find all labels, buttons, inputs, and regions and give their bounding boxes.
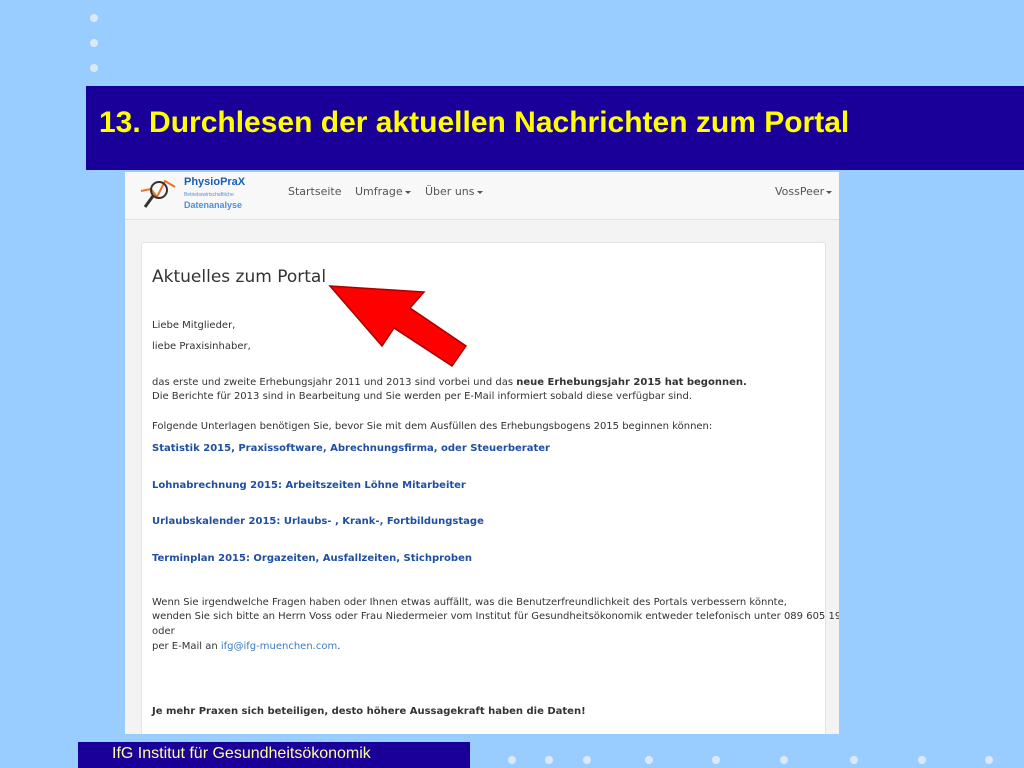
decor-dot xyxy=(850,756,858,764)
slide-title: 13. Durchlesen der aktuellen Nachrichten… xyxy=(99,106,850,139)
nav-umfrage-label: Umfrage xyxy=(355,185,403,198)
decor-dot xyxy=(712,756,720,764)
para3-line-3: oder xyxy=(152,626,175,637)
logo[interactable]: PhysioPraX Betriebswirtschaftliche Daten… xyxy=(139,175,259,213)
red-arrow-icon xyxy=(328,285,468,368)
link-statistik[interactable]: Statistik 2015, Praxissoftware, Abrechnu… xyxy=(152,442,550,455)
news-heading: Aktuelles zum Portal xyxy=(152,267,327,287)
slide-footer-bar: IfG Institut für Gesundheitsökonomik xyxy=(78,742,470,768)
nav-ueber-uns[interactable]: Über uns xyxy=(425,185,483,198)
nav-ueber-uns-label: Über uns xyxy=(425,185,475,198)
nav-startseite-label: Startseite xyxy=(288,185,342,198)
para1-line-1: das erste und zweite Erhebungsjahr 2011 … xyxy=(152,376,747,389)
closing-statement: Je mehr Praxen sich beteiligen, desto hö… xyxy=(152,706,586,717)
email-link[interactable]: ifg@ifg-muenchen.com xyxy=(221,641,337,652)
para3-email-prefix: per E-Mail an xyxy=(152,641,221,652)
decor-dot xyxy=(780,756,788,764)
link-urlaubskalender[interactable]: Urlaubskalender 2015: Urlaubs- , Krank-,… xyxy=(152,515,484,528)
para2: Folgende Unterlagen benötigen Sie, bevor… xyxy=(152,421,713,432)
decor-dot xyxy=(90,64,98,72)
nav-user-menu[interactable]: VossPeer xyxy=(775,185,833,198)
para3-line-2: wenden Sie sich bitte an Herrn Voss oder… xyxy=(152,611,839,622)
decor-dot xyxy=(545,756,553,764)
link-lohnabrechnung[interactable]: Lohnabrechnung 2015: Arbeitszeiten Löhne… xyxy=(152,479,466,492)
caret-down-icon xyxy=(404,190,411,194)
caret-down-icon xyxy=(476,190,483,194)
para3-email-suffix: . xyxy=(337,641,341,652)
decor-dot xyxy=(90,14,98,22)
logo-brand: PhysioPraX xyxy=(184,176,246,188)
decor-dot xyxy=(985,756,993,764)
portal-screenshot: PhysioPraX Betriebswirtschaftliche Daten… xyxy=(125,172,839,734)
nav-umfrage[interactable]: Umfrage xyxy=(355,185,411,198)
magnifier-chart-icon xyxy=(140,179,176,208)
decor-dot xyxy=(583,756,591,764)
logo-subtitle-2: Datenanalyse xyxy=(184,200,243,210)
para1-text: das erste und zweite Erhebungsjahr 2011 … xyxy=(152,377,517,388)
nav-startseite[interactable]: Startseite xyxy=(288,185,342,198)
nav-user-label: VossPeer xyxy=(775,185,825,198)
news-card: Aktuelles zum Portal Liebe Mitglieder, l… xyxy=(141,242,839,734)
decor-dot xyxy=(508,756,516,764)
logo-subtitle-1: Betriebswirtschaftliche xyxy=(184,192,234,198)
greeting-line-2: liebe Praxisinhaber, xyxy=(152,341,251,352)
decor-dot xyxy=(918,756,926,764)
para1-emphasis: neue Erhebungsjahr 2015 hat begonnen. xyxy=(516,377,747,388)
slide-title-bar: 13. Durchlesen der aktuellen Nachrichten… xyxy=(86,86,1024,170)
para3-line-4: per E-Mail an ifg@ifg-muenchen.com. xyxy=(152,640,340,653)
link-terminplan[interactable]: Terminplan 2015: Orgazeiten, Ausfallzeit… xyxy=(152,552,472,565)
para1-line-2: Die Berichte für 2013 sind in Bearbeitun… xyxy=(152,391,693,402)
greeting-line-1: Liebe Mitglieder, xyxy=(152,320,236,331)
decor-dot xyxy=(90,39,98,47)
slide-footer: IfG Institut für Gesundheitsökonomik xyxy=(112,745,371,762)
caret-down-icon xyxy=(826,190,833,194)
navbar: PhysioPraX Betriebswirtschaftliche Daten… xyxy=(125,172,839,220)
para3-line-1: Wenn Sie irgendwelche Fragen haben oder … xyxy=(152,597,787,608)
decor-dot xyxy=(645,756,653,764)
